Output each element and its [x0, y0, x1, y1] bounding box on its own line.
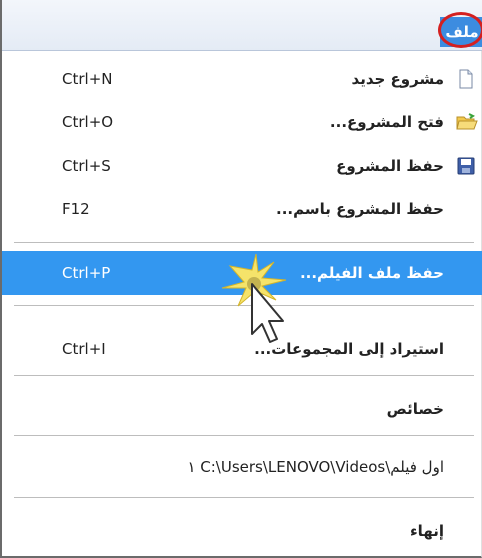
menu-item-label: استيراد إلى المجموعات... — [254, 340, 444, 358]
menu-item-label: حفظ المشروع باسم... — [276, 200, 444, 218]
menu-item-label: فتح المشروع... — [329, 113, 444, 131]
new-document-icon — [456, 69, 476, 89]
menu-bar: ملف — [2, 0, 482, 51]
menu-item-shortcut: F12 — [62, 200, 90, 218]
save-disk-icon — [456, 156, 476, 176]
menu-item-shortcut: Ctrl+P — [62, 264, 111, 282]
menu-item-new-project[interactable]: مشروع جديد Ctrl+N — [2, 61, 482, 97]
menu-item-label: ١ C:\Users\LENOVO\Videos\اول فيلم — [187, 458, 444, 476]
menu-item-save-project-as[interactable]: حفظ المشروع باسم... F12 — [2, 191, 482, 227]
menu-item-properties[interactable]: خصائص — [2, 391, 482, 427]
menu-item-save-project[interactable]: حفظ المشروع Ctrl+S — [2, 148, 482, 184]
open-folder-icon — [456, 112, 478, 132]
menu-item-shortcut: Ctrl+S — [62, 157, 111, 175]
menu-separator — [14, 305, 474, 306]
menu-item-open-project[interactable]: فتح المشروع... Ctrl+O — [2, 104, 482, 140]
menu-item-label: مشروع جديد — [351, 70, 444, 88]
window-frame: ملف مشروع جديد Ctrl+N فتح المشروع... Ctr… — [0, 0, 482, 558]
menu-item-label: إنهاء — [410, 522, 444, 540]
menu-item-import-collections[interactable]: استيراد إلى المجموعات... Ctrl+I — [2, 331, 482, 367]
menu-item-label: حفظ المشروع — [336, 157, 444, 175]
menu-separator — [14, 435, 474, 436]
menu-item-shortcut: Ctrl+O — [62, 113, 114, 131]
menu-item-save-movie-file[interactable]: حفظ ملف الفيلم... Ctrl+P — [2, 251, 482, 295]
menu-separator — [14, 375, 474, 376]
menu-separator — [14, 242, 474, 243]
menu-item-label: خصائص — [386, 400, 444, 418]
menu-item-shortcut: Ctrl+I — [62, 340, 106, 358]
menu-separator — [14, 497, 474, 498]
menu-item-exit[interactable]: إنهاء — [2, 513, 482, 549]
menu-item-recent-file[interactable]: ١ C:\Users\LENOVO\Videos\اول فيلم — [2, 449, 482, 485]
menu-file[interactable]: ملف — [440, 17, 482, 47]
menu-item-label: حفظ ملف الفيلم... — [299, 264, 444, 282]
menu-item-shortcut: Ctrl+N — [62, 70, 113, 88]
